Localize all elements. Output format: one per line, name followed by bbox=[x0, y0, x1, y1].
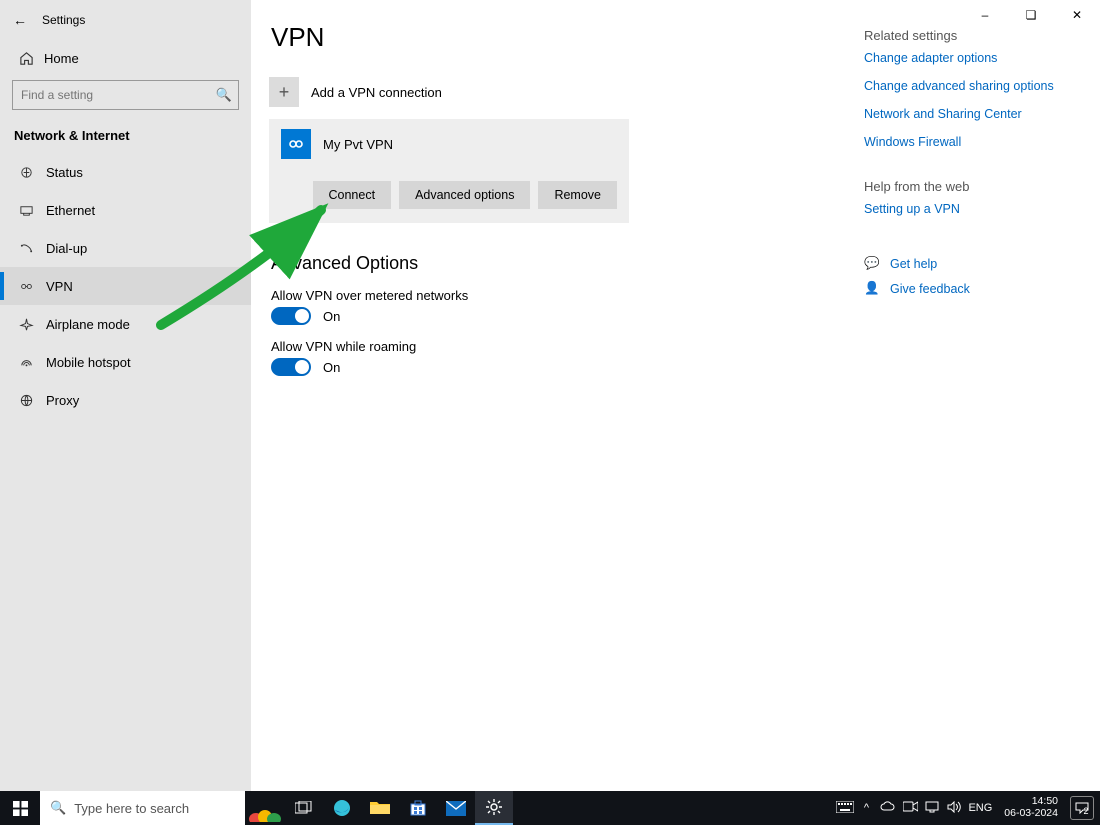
window-title: Settings bbox=[42, 13, 85, 27]
sidebar-item-vpn[interactable]: VPN bbox=[0, 267, 251, 305]
status-icon bbox=[18, 164, 34, 180]
main-content: – ❏ ✕ VPN + Add a VPN connection My Pvt … bbox=[251, 0, 1100, 791]
metered-label: Allow VPN over metered networks bbox=[271, 288, 864, 303]
settings-sidebar: ← Settings Home 🔍 Network & Internet Sta… bbox=[0, 0, 251, 791]
metered-toggle[interactable] bbox=[271, 307, 311, 325]
vpn-icon bbox=[18, 278, 34, 294]
vpn-name: My Pvt VPN bbox=[323, 137, 393, 152]
connect-button[interactable]: Connect bbox=[313, 181, 392, 209]
keyboard-tray-icon[interactable] bbox=[836, 801, 852, 816]
settings-taskbar-icon[interactable] bbox=[475, 791, 513, 825]
plus-icon: + bbox=[269, 77, 299, 107]
sidebar-item-ethernet[interactable]: Ethernet bbox=[0, 191, 251, 229]
sidebar-label: Airplane mode bbox=[46, 317, 130, 332]
sidebar-item-proxy[interactable]: Proxy bbox=[0, 381, 251, 419]
edge-icon[interactable] bbox=[323, 791, 361, 825]
advanced-options-button[interactable]: Advanced options bbox=[399, 181, 530, 209]
close-button[interactable]: ✕ bbox=[1054, 0, 1100, 30]
back-icon[interactable]: ← bbox=[10, 12, 30, 28]
link-advanced-sharing[interactable]: Change advanced sharing options bbox=[864, 79, 1074, 93]
advanced-options-heading: Advanced Options bbox=[271, 253, 864, 274]
minimize-button[interactable]: – bbox=[962, 0, 1008, 30]
vpn-connection-icon bbox=[281, 129, 311, 159]
start-button[interactable] bbox=[0, 791, 40, 825]
sidebar-label: Proxy bbox=[46, 393, 79, 408]
feedback-icon: 👤 bbox=[864, 281, 880, 296]
sidebar-label: Status bbox=[46, 165, 83, 180]
sidebar-home[interactable]: Home bbox=[0, 40, 251, 76]
network-tray-icon[interactable] bbox=[924, 801, 940, 816]
sidebar-label: Ethernet bbox=[46, 203, 95, 218]
link-network-sharing-center[interactable]: Network and Sharing Center bbox=[864, 107, 1074, 121]
sidebar-category: Network & Internet bbox=[0, 118, 251, 153]
link-setting-up-vpn[interactable]: Setting up a VPN bbox=[864, 202, 1074, 216]
taskbar-search-placeholder: Type here to search bbox=[74, 801, 189, 816]
language-indicator[interactable]: ENG bbox=[968, 802, 992, 814]
maximize-button[interactable]: ❏ bbox=[1008, 0, 1054, 30]
task-view-icon[interactable] bbox=[285, 791, 323, 825]
add-vpn-label: Add a VPN connection bbox=[311, 85, 442, 100]
sidebar-home-label: Home bbox=[44, 51, 79, 66]
search-icon: 🔍 bbox=[216, 87, 232, 103]
onedrive-tray-icon[interactable] bbox=[880, 801, 896, 815]
help-from-web-heading: Help from the web bbox=[864, 179, 1074, 194]
meet-now-tray-icon[interactable] bbox=[902, 801, 918, 815]
sidebar-item-hotspot[interactable]: Mobile hotspot bbox=[0, 343, 251, 381]
taskbar-search[interactable]: 🔍 Type here to search bbox=[40, 791, 245, 825]
proxy-icon bbox=[18, 392, 34, 408]
airplane-icon bbox=[18, 316, 34, 332]
get-help-link[interactable]: 💬 Get help bbox=[864, 256, 1074, 271]
roaming-state: On bbox=[323, 360, 340, 375]
sidebar-label: Mobile hotspot bbox=[46, 355, 131, 370]
link-adapter-options[interactable]: Change adapter options bbox=[864, 51, 1074, 65]
remove-button[interactable]: Remove bbox=[538, 181, 617, 209]
chevron-up-tray-icon[interactable]: ^ bbox=[858, 802, 874, 814]
ethernet-icon bbox=[18, 202, 34, 218]
chat-icon: 💬 bbox=[864, 256, 880, 271]
news-interests-icon[interactable] bbox=[245, 791, 285, 825]
page-title: VPN bbox=[271, 22, 864, 53]
taskbar: 🔍 Type here to search ^ bbox=[0, 791, 1100, 825]
vpn-entry[interactable]: My Pvt VPN Connect Advanced options Remo… bbox=[269, 119, 629, 223]
search-settings[interactable]: 🔍 bbox=[12, 80, 239, 110]
dialup-icon bbox=[18, 240, 34, 256]
sidebar-item-dialup[interactable]: Dial-up bbox=[0, 229, 251, 267]
sidebar-label: VPN bbox=[46, 279, 73, 294]
add-vpn-connection[interactable]: + Add a VPN connection bbox=[269, 77, 864, 107]
sidebar-item-airplane[interactable]: Airplane mode bbox=[0, 305, 251, 343]
action-center-icon[interactable]: 2 bbox=[1070, 796, 1094, 820]
volume-tray-icon[interactable] bbox=[946, 801, 962, 816]
sidebar-label: Dial-up bbox=[46, 241, 87, 256]
related-settings-heading: Related settings bbox=[864, 28, 1074, 43]
metered-state: On bbox=[323, 309, 340, 324]
search-icon: 🔍 bbox=[50, 800, 66, 816]
sidebar-item-status[interactable]: Status bbox=[0, 153, 251, 191]
store-icon[interactable] bbox=[399, 791, 437, 825]
file-explorer-icon[interactable] bbox=[361, 791, 399, 825]
taskbar-clock[interactable]: 14:50 06-03-2024 bbox=[998, 796, 1064, 819]
hotspot-icon bbox=[18, 354, 34, 370]
link-windows-firewall[interactable]: Windows Firewall bbox=[864, 135, 1074, 149]
home-icon bbox=[18, 50, 34, 66]
search-input[interactable] bbox=[19, 87, 216, 103]
roaming-toggle[interactable] bbox=[271, 358, 311, 376]
roaming-label: Allow VPN while roaming bbox=[271, 339, 864, 354]
give-feedback-link[interactable]: 👤 Give feedback bbox=[864, 281, 1074, 296]
mail-icon[interactable] bbox=[437, 791, 475, 825]
